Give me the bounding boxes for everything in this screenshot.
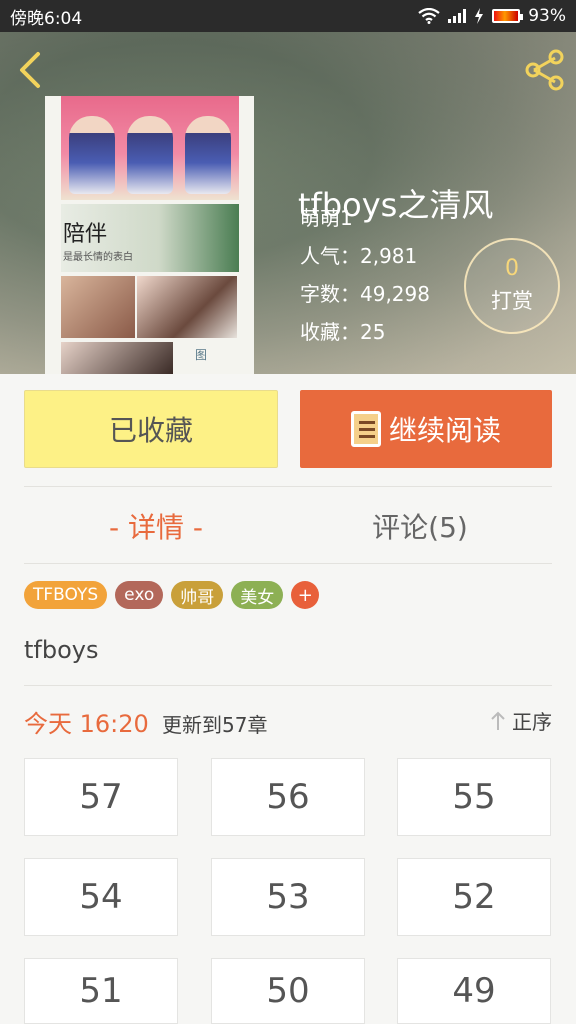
reward-label: 打赏 — [491, 289, 533, 313]
signal-icon — [448, 9, 467, 23]
book-word-count: 字数：49,298 — [300, 282, 430, 306]
sort-toggle[interactable]: 正序 — [490, 706, 552, 735]
sort-label: 正序 — [512, 710, 552, 734]
divider — [24, 685, 552, 686]
charging-icon — [475, 8, 484, 24]
cover-photo-left — [61, 276, 135, 338]
continue-reading-button[interactable]: 继续阅读 — [300, 390, 552, 468]
status-time: 傍晚6:04 — [10, 8, 83, 29]
favorited-label: 已收藏 — [108, 414, 193, 447]
favorited-button[interactable]: 已收藏 — [24, 390, 278, 468]
divider — [24, 563, 552, 564]
share-icon — [525, 49, 564, 91]
tab-comments[interactable]: 评论(5) — [288, 500, 552, 552]
chapter-button[interactable]: 57 — [24, 758, 178, 836]
update-time: 今天 16:20 — [24, 710, 149, 738]
chevron-left-icon — [20, 52, 40, 88]
reward-button[interactable]: 0 打赏 — [464, 238, 560, 334]
status-bar: 傍晚6:04 93% — [0, 0, 576, 32]
cover-photo-group — [61, 96, 239, 200]
tag-list: TFBOYS exo 帅哥 美女 + — [24, 581, 320, 609]
book-cover[interactable]: 陪伴 是最长情的表白 图 — [45, 96, 254, 374]
book-author[interactable]: 萌萌1 — [300, 202, 353, 231]
book-favorites: 收藏：25 — [300, 320, 386, 344]
share-button[interactable] — [522, 48, 566, 92]
wifi-icon — [418, 8, 440, 24]
book-icon — [350, 411, 381, 447]
status-icons: 93% — [418, 6, 566, 26]
book-popularity: 人气：2,981 — [300, 244, 418, 268]
chapter-button[interactable]: 54 — [24, 858, 178, 936]
back-button[interactable] — [14, 50, 46, 90]
battery-percent: 93% — [528, 6, 566, 26]
chapter-button[interactable]: 56 — [211, 758, 365, 836]
chapter-button[interactable]: 50 — [211, 958, 365, 1024]
tag-beauty[interactable]: 美女 — [231, 581, 284, 609]
battery-icon — [492, 9, 524, 23]
cover-photo-right — [137, 276, 237, 338]
tag-handsome[interactable]: 帅哥 — [171, 581, 224, 609]
chapter-button[interactable]: 51 — [24, 958, 178, 1024]
cover-logo: 图 — [195, 348, 208, 362]
tag-exo[interactable]: exo — [115, 581, 164, 609]
divider — [24, 486, 552, 487]
cover-subcaption: 是最长情的表白 — [63, 252, 133, 263]
book-description: tfboys — [24, 636, 99, 664]
update-status: 更新到57章 — [162, 713, 268, 737]
add-tag-button[interactable]: + — [291, 581, 320, 609]
cover-photo-bottom — [61, 342, 173, 374]
chapter-button[interactable]: 52 — [397, 858, 551, 936]
continue-reading-label: 继续阅读 — [388, 414, 501, 447]
tab-detail[interactable]: - 详情 - — [24, 500, 288, 552]
reward-count: 0 — [505, 256, 519, 281]
arrow-up-icon — [491, 711, 505, 730]
tag-tfboys[interactable]: TFBOYS — [24, 581, 108, 609]
chapter-button[interactable]: 53 — [211, 858, 365, 936]
chapter-button[interactable]: 49 — [397, 958, 551, 1024]
book-header: 陪伴 是最长情的表白 图 tfboys之清风 萌萌1 人气：2,981 字数：4… — [0, 32, 576, 374]
chapter-button[interactable]: 55 — [397, 758, 551, 836]
cover-caption: 陪伴 — [63, 222, 108, 247]
